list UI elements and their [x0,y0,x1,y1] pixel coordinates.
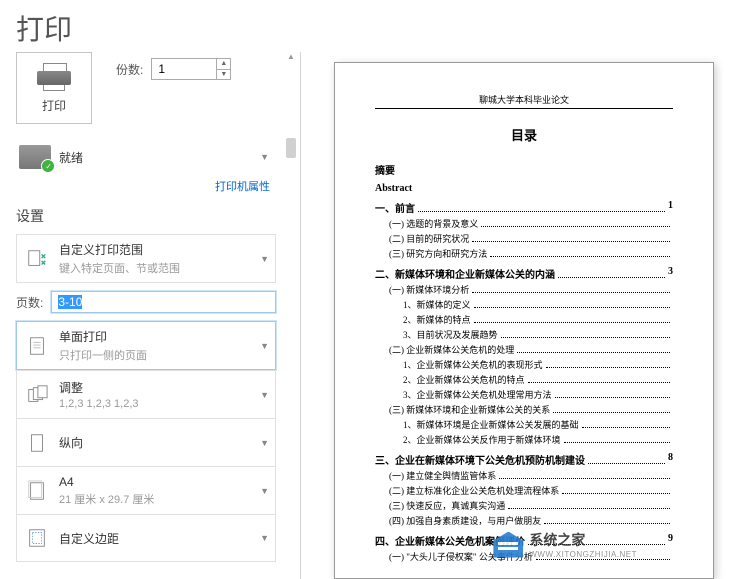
toc-line: (一) 建立健全舆情监管体系 [375,469,673,482]
toc-line: 二、新媒体环境和企业新媒体公关的内涵3 [375,266,673,281]
orientation-option[interactable]: 纵向 ▼ [16,418,276,466]
toc-line: 2、企业新媒体公关危机的特点 [375,373,673,386]
chevron-down-icon: ▼ [260,533,269,543]
collate-option[interactable]: 调整 1,2,3 1,2,3 1,2,3 ▼ [16,370,276,418]
page-range-icon [23,248,51,270]
doc-title: 目录 [375,125,673,144]
settings-scrollbar[interactable]: ▲ [286,52,296,552]
toc-line: 3、企业新媒体公关危机处理常用方法 [375,388,673,401]
copies-down-icon[interactable]: ▼ [217,70,230,80]
chevron-down-icon: ▼ [260,341,269,351]
margins-icon [23,527,51,549]
copies-label: 份数: [116,61,143,78]
option-title: 纵向 [59,434,252,451]
settings-heading: 设置 [16,206,276,226]
single-side-option[interactable]: 单面打印 只打印一侧的页面 ▼ [16,321,276,370]
option-title: 自定义打印范围 [59,241,252,258]
toc-container: 一、前言1 (一) 选题的背景及意义 (二) 目前的研究状况 (三) 研究方向和研究方… [375,200,673,563]
toc-line: (一) 选题的背景及意义 [375,217,673,230]
portrait-icon [23,432,51,454]
printer-status-icon: ✓ [19,145,51,169]
chevron-down-icon: ▼ [260,390,269,400]
print-button-label: 打印 [42,97,66,114]
toc-line: 1、新媒体的定义 [375,298,673,311]
print-preview-panel: 聊城大学本科毕业论文 目录 摘要 Abstract 一、前言1 (一) 选题的背景… [300,52,747,579]
abstract-en: Abstract [375,183,673,194]
watermark: 系统之家 WWW.XITONGZHIJIA.NET [493,530,637,559]
toc-line: (三) 研究方向和研究方法 [375,247,673,260]
copies-input[interactable] [152,59,216,79]
printer-selector[interactable]: ✓ 就绪 ▼ [16,140,276,174]
watermark-sub: WWW.XITONGZHIJIA.NET [529,550,637,559]
printer-status-label: 就绪 [59,149,83,166]
chevron-down-icon: ▼ [260,486,269,496]
collate-icon [23,384,51,406]
toc-line: 一、前言1 [375,200,673,215]
single-page-icon [23,335,51,357]
option-sub: 只打印一侧的页面 [59,347,252,363]
toc-line: (三) 新媒体环境和企业新媒体公关的关系 [375,403,673,416]
doc-running-header: 聊城大学本科毕业论文 [375,93,673,109]
option-title: 单面打印 [59,328,252,345]
watermark-title: 系统之家 [529,530,637,550]
printer-properties-link[interactable]: 打印机属性 [16,178,276,194]
copies-up-icon[interactable]: ▲ [217,59,230,70]
toc-line: (二) 企业新媒体公关危机的处理 [375,343,673,356]
toc-line: (二) 目前的研究状况 [375,232,673,245]
pages-input[interactable] [51,291,276,313]
watermark-logo-icon [493,532,523,558]
toc-line: (二) 建立标准化企业公关危机处理流程体系 [375,484,673,497]
option-title: 调整 [59,379,252,396]
toc-line: 2、企业新媒体公关反作用于新媒体环境 [375,433,673,446]
toc-line: 1、企业新媒体公关危机的表现形式 [375,358,673,371]
abstract-cn: 摘要 [375,162,673,177]
page-title: 打印 [0,0,747,56]
print-range-option[interactable]: 自定义打印范围 键入特定页面、节或范围 ▼ [16,234,276,283]
option-sub: 键入特定页面、节或范围 [59,260,252,276]
toc-line: (三) 快速反应，真诚真实沟通 [375,499,673,512]
toc-line: (一) 新媒体环境分析 [375,283,673,296]
scroll-up-icon[interactable]: ▲ [286,52,296,61]
option-sub: 1,2,3 1,2,3 1,2,3 [59,398,252,410]
chevron-down-icon: ▼ [260,438,269,448]
chevron-down-icon: ▼ [260,152,269,162]
print-settings-panel: 打印 份数: ▲ ▼ ✓ 就绪 ▼ 打印机属性 设置 自定义打印范围 键入特定页… [16,52,276,562]
printer-icon [37,63,71,91]
toc-line: 三、企业在新媒体环境下公关危机预防机制建设8 [375,452,673,467]
toc-line: 2、新媒体的特点 [375,313,673,326]
paper-size-icon [23,480,51,502]
toc-line: 1、新媒体环境是企业新媒体公关发展的基础 [375,418,673,431]
chevron-down-icon: ▼ [260,254,269,264]
option-title: 自定义边距 [59,530,252,547]
option-sub: 21 厘米 x 29.7 厘米 [59,491,252,507]
preview-page: 聊城大学本科毕业论文 目录 摘要 Abstract 一、前言1 (一) 选题的背景… [334,62,714,579]
toc-line: 3、目前状况及发展趋势 [375,328,673,341]
paper-size-option[interactable]: A4 21 厘米 x 29.7 厘米 ▼ [16,466,276,514]
scroll-thumb[interactable] [286,138,296,158]
print-button[interactable]: 打印 [16,52,92,124]
margins-option[interactable]: 自定义边距 ▼ [16,514,276,562]
option-title: A4 [59,475,252,489]
toc-line: (四) 加强自身素质建设，与用户做朋友 [375,514,673,527]
pages-label: 页数: [16,294,43,311]
copies-stepper[interactable]: ▲ ▼ [151,58,231,80]
